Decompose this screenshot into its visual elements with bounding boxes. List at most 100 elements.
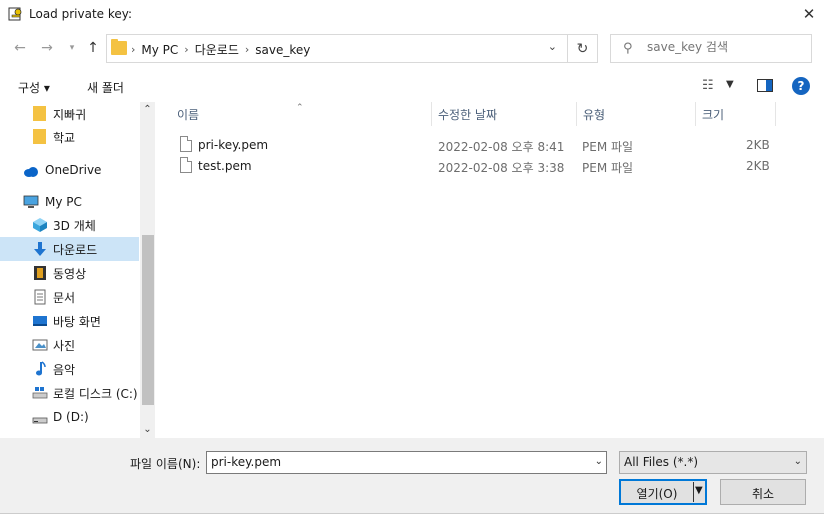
sidebar-item-label: 음악 xyxy=(53,362,76,377)
navigation-pane: 지빠귀 학교 OneDrive My PC 3D 개체 다운로드 동영상 문서 … xyxy=(0,102,155,438)
close-icon[interactable]: ✕ xyxy=(794,0,824,28)
sidebar-item-label: 사진 xyxy=(53,338,76,353)
sidebar-item-label: 학교 xyxy=(53,130,76,145)
sidebar-item-videos[interactable]: 동영상 xyxy=(0,261,139,285)
back-arrow-icon[interactable]: ← xyxy=(10,38,30,58)
cube-icon xyxy=(33,218,47,232)
forward-arrow-icon[interactable]: → xyxy=(37,38,57,58)
folder-icon xyxy=(111,39,127,55)
up-arrow-icon[interactable]: ↑ xyxy=(83,38,103,58)
sidebar-item-label: 다운로드 xyxy=(53,242,98,257)
chevron-down-icon[interactable]: ⌄ xyxy=(595,456,603,467)
sidebar-item-label: 동영상 xyxy=(53,266,87,281)
file-modified: 2022-02-08 오후 3:38 xyxy=(438,161,565,175)
sidebar-item-3d-objects[interactable]: 3D 개체 xyxy=(0,213,139,237)
filetype-select[interactable]: All Files (*.*) ⌄ xyxy=(619,451,807,474)
recent-locations-chevron-icon[interactable]: ▾ xyxy=(62,38,82,58)
column-divider[interactable] xyxy=(576,102,577,126)
sidebar-item-onedrive[interactable]: OneDrive xyxy=(0,158,139,182)
sidebar-item-label: 바탕 화면 xyxy=(53,314,101,329)
search-box[interactable]: ⚲ xyxy=(610,34,812,63)
sidebar-item-label: D (D:) xyxy=(53,410,89,424)
chevron-right-icon: › xyxy=(184,43,189,56)
chevron-down-icon[interactable]: ⌄ xyxy=(794,456,802,467)
address-bar[interactable]: › My PC › 다운로드 › save_key ⌄ ↻ xyxy=(106,34,598,63)
background-window-strip xyxy=(0,513,824,520)
folder-icon xyxy=(33,106,46,121)
table-row[interactable]: test.pem 2022-02-08 오후 3:38 PEM 파일 2KB xyxy=(156,156,824,177)
toolbar: 구성 ▾ 새 폴더 ☷ ▼ ? xyxy=(0,70,824,102)
chevron-right-icon: › xyxy=(131,43,136,56)
breadcrumb-my-pc[interactable]: My PC xyxy=(141,43,178,57)
sidebar-item-school[interactable]: 학교 xyxy=(0,125,139,149)
filename-value[interactable]: pri-key.pem xyxy=(211,455,281,469)
column-header-type[interactable]: 유형 xyxy=(583,106,605,130)
breadcrumb-downloads[interactable]: 다운로드 xyxy=(195,41,239,58)
filetype-value: All Files (*.*) xyxy=(624,455,699,469)
open-options-chevron-icon[interactable]: ▼ xyxy=(695,485,703,496)
column-header-name[interactable]: 이름 xyxy=(177,106,199,130)
organize-button[interactable]: 구성 ▾ xyxy=(18,79,50,96)
sidebar-item-my-pc[interactable]: My PC xyxy=(0,190,139,214)
address-dropdown-chevron-icon[interactable]: ⌄ xyxy=(548,40,557,53)
refresh-icon[interactable]: ↻ xyxy=(567,35,597,62)
search-icon: ⚲ xyxy=(623,41,633,56)
scroll-down-icon[interactable]: ⌄ xyxy=(140,424,155,435)
picture-icon xyxy=(32,339,48,351)
sidebar-item-label: 문서 xyxy=(53,290,76,305)
sidebar-item-label: My PC xyxy=(45,195,82,209)
sidebar-item-drive-d[interactable]: D (D:) xyxy=(0,405,139,429)
file-name: test.pem xyxy=(198,159,252,173)
file-name: pri-key.pem xyxy=(198,138,269,152)
file-type: PEM 파일 xyxy=(582,140,634,154)
sidebar-item-desktop[interactable]: 바탕 화면 xyxy=(0,309,139,333)
view-dropdown-chevron-icon[interactable]: ▼ xyxy=(726,79,734,90)
sidebar-item-music[interactable]: 음악 xyxy=(0,357,139,381)
drive-icon xyxy=(32,387,48,399)
file-modified: 2022-02-08 오후 8:41 xyxy=(438,140,565,154)
open-button[interactable]: 열기(O) ▼ xyxy=(619,479,707,505)
cloud-icon xyxy=(24,167,38,177)
breadcrumb-save-key[interactable]: save_key xyxy=(255,43,310,57)
column-header-size[interactable]: 크기 xyxy=(702,106,724,130)
column-divider[interactable] xyxy=(431,102,432,126)
load-private-key-dialog: Load private key: ✕ ← → ▾ ↑ › My PC › 다운… xyxy=(0,0,824,520)
sidebar-scrollbar-thumb[interactable] xyxy=(142,235,154,405)
sidebar-item-pictures[interactable]: 사진 xyxy=(0,333,139,357)
title-bar: Load private key: ✕ xyxy=(0,0,824,30)
window-title: Load private key: xyxy=(29,7,133,21)
sidebar-item-label: 지빠귀 xyxy=(53,107,87,122)
column-header-modified[interactable]: 수정한 날짜 xyxy=(438,106,497,130)
dialog-footer: 파일 이름(N): pri-key.pem ⌄ All Files (*.*) … xyxy=(0,438,824,520)
file-icon xyxy=(180,157,192,173)
filename-field[interactable]: pri-key.pem ⌄ xyxy=(206,451,607,474)
app-key-icon xyxy=(8,7,22,21)
sidebar-item-documents[interactable]: 문서 xyxy=(0,285,139,309)
column-divider[interactable] xyxy=(695,102,696,126)
sidebar-item-jippagwi[interactable]: 지빠귀 xyxy=(0,102,139,126)
music-note-icon xyxy=(36,361,46,376)
chevron-right-icon: › xyxy=(244,43,250,56)
view-options-icon[interactable]: ☷ xyxy=(702,78,714,93)
file-type: PEM 파일 xyxy=(582,161,634,175)
split-divider xyxy=(693,482,694,502)
help-icon[interactable]: ? xyxy=(792,77,810,95)
computer-icon xyxy=(23,195,39,208)
desktop-icon xyxy=(33,316,47,326)
new-folder-button[interactable]: 새 폴더 xyxy=(87,79,124,96)
sort-ascending-icon: ⌃ xyxy=(296,103,304,113)
preview-pane-icon[interactable] xyxy=(757,79,773,92)
scroll-up-icon[interactable]: ⌃ xyxy=(140,104,155,115)
sidebar-item-local-disk-c[interactable]: 로컬 디스크 (C:) xyxy=(0,381,139,405)
film-icon xyxy=(34,266,46,280)
cancel-button[interactable]: 취소 xyxy=(720,479,806,505)
drive-icon xyxy=(32,417,48,424)
file-size: 2KB xyxy=(746,138,770,152)
breadcrumb: › My PC › 다운로드 › save_key xyxy=(131,41,310,58)
column-divider[interactable] xyxy=(775,102,776,126)
sidebar-item-label: OneDrive xyxy=(45,163,102,177)
sidebar-item-downloads[interactable]: 다운로드 xyxy=(0,237,139,261)
download-arrow-icon xyxy=(34,242,46,256)
table-row[interactable]: pri-key.pem 2022-02-08 오후 8:41 PEM 파일 2K… xyxy=(156,135,824,156)
search-input[interactable] xyxy=(647,40,807,54)
